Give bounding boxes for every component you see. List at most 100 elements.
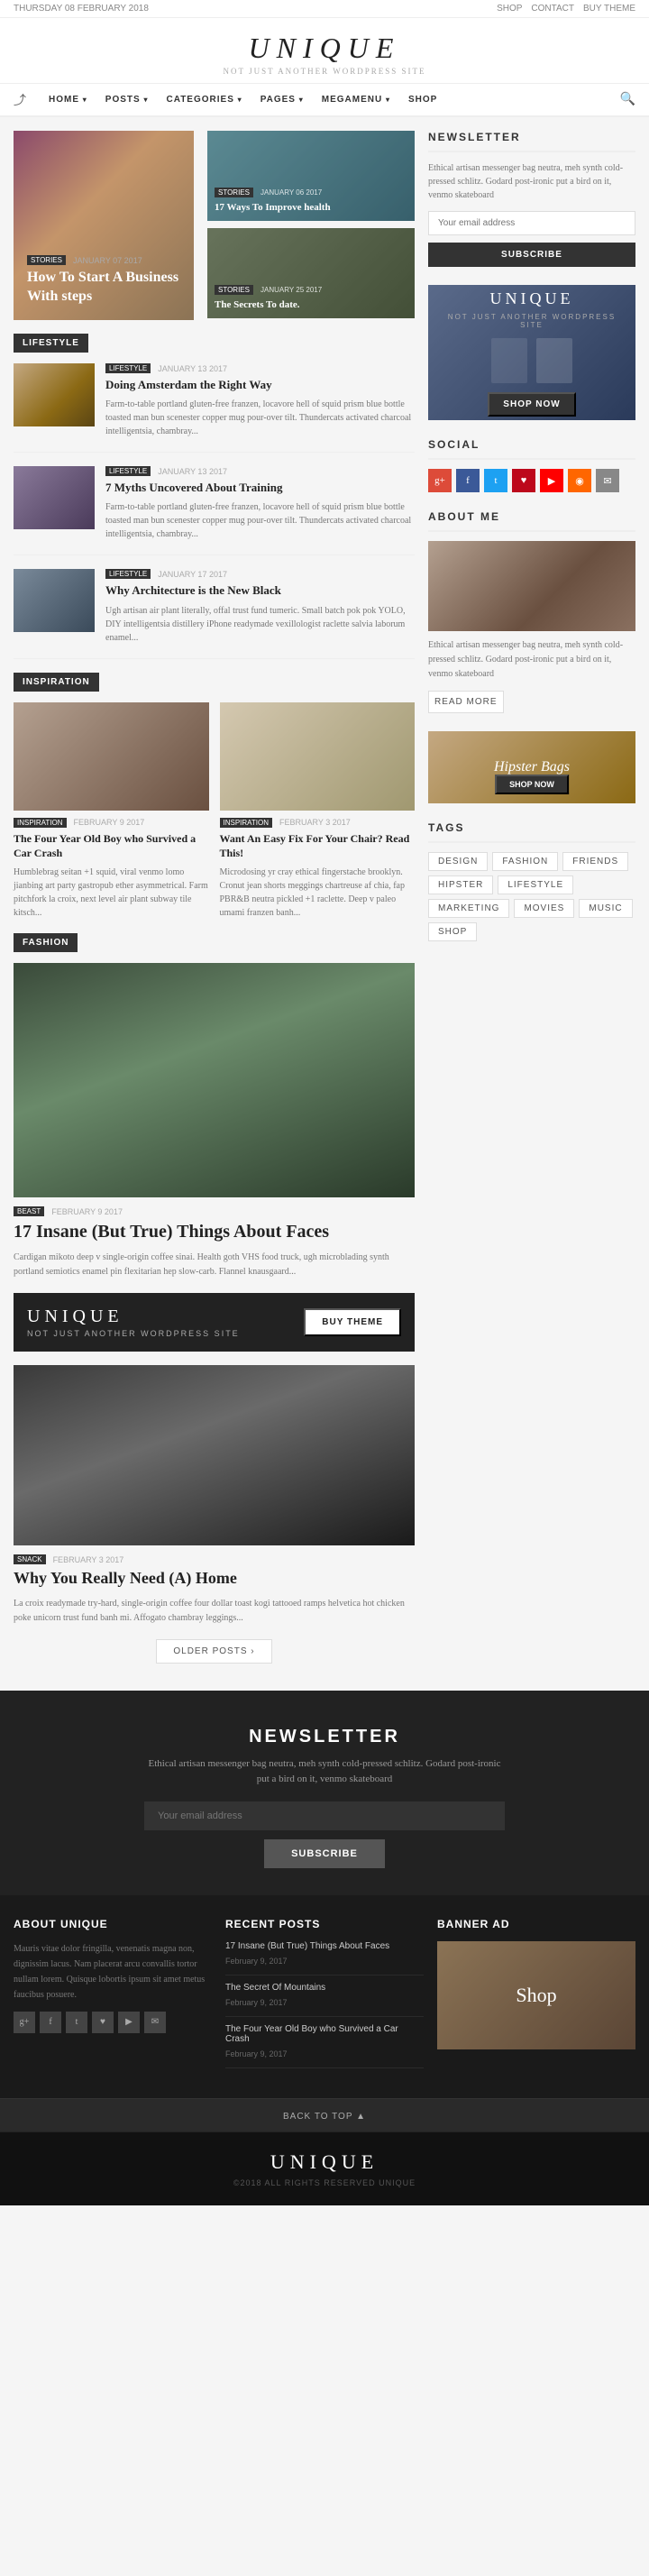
inspiration-post-2-meta: INSPIRATION FEBRUARY 3 2017 [220,818,416,828]
newsletter-email-input[interactable] [428,211,635,235]
nav-pages[interactable]: PAGES ▾ [251,84,313,115]
tag-friends[interactable]: FRIENDS [562,852,628,871]
lifestyle-post-3-excerpt: Ugh artisan air plant literally, offal t… [105,604,415,645]
nav-home[interactable]: HOME ▾ [40,84,96,115]
footer-banner-col: Banner Ad Shop [437,1918,635,2076]
lifestyle-post-3-content: LIFESTYLE JANUARY 17 2017 Why Architectu… [105,569,415,644]
footer-social-tw[interactable]: t [66,2012,87,2033]
footer-newsletter-input[interactable] [144,1801,505,1830]
feat2-title[interactable]: The Secrets To date. [215,298,322,311]
social-icon-twitter[interactable]: t [484,469,507,492]
tag-fashion[interactable]: FASHION [492,852,558,871]
footer-social-gplus[interactable]: g+ [14,2012,35,2033]
home-post: SNACK FEBRUARY 3 2017 Why You Really Nee… [14,1365,415,1625]
nav-megamenu[interactable]: MEGAMENU ▾ [313,84,399,115]
nav-posts[interactable]: POSTS ▾ [96,84,158,115]
footer-social-fb[interactable]: f [40,2012,61,2033]
lifestyle-post-3-category: LIFESTYLE [105,569,151,579]
share-icon[interactable]: ⤴ [14,91,26,109]
recent-post-1-link[interactable]: 17 Insane (But True) Things About Faces [225,1941,424,1951]
lifestyle-post-2: LIFESTYLE JANUARY 13 2017 7 Myths Uncove… [14,466,415,555]
site-logo[interactable]: UNIQUE [0,32,649,65]
inspiration-post-2-excerpt: Microdosing yr cray ethical fingerstache… [220,866,416,920]
hipster-shop-button[interactable]: SHOP NOW [495,775,569,794]
footer-logo: UNIQUE [14,2150,635,2174]
recent-post-2: The Secret Of Mountains February 9, 2017 [225,1983,424,2017]
hipster-title: Hipster Bags [494,759,570,775]
footer-social-email[interactable]: ✉ [144,2012,166,2033]
about-widget-title: ABOUT ME [428,510,635,532]
footer-copyright: ©2018 ALL RIGHTS RESERVED UNIQUE [14,2178,635,2187]
about-read-more-button[interactable]: READ MORE [428,691,504,713]
footer-newsletter-button[interactable]: SUBSCRIBE [264,1839,385,1868]
recent-post-3: The Four Year Old Boy who Survived a Car… [225,2024,424,2068]
site-tagline: NOT JUST ANOTHER WORDPRESS SITE [0,67,649,76]
recent-post-3-link[interactable]: The Four Year Old Boy who Survived a Car… [225,2024,424,2044]
lifestyle-post-2-excerpt: Farm-to-table portland gluten-free franz… [105,500,415,541]
social-icon-facebook[interactable]: f [456,469,480,492]
lifestyle-post-2-category: LIFESTYLE [105,466,151,476]
social-icon-rss[interactable]: ◉ [568,469,591,492]
buy-theme-button[interactable]: BUY THEME [304,1308,401,1336]
home-post-image [14,1365,415,1545]
feat1-category: STORIES [215,188,253,197]
inspiration-post-1-title[interactable]: The Four Year Old Boy who Survived a Car… [14,831,209,862]
feat1-date: JANUARY 06 2017 [261,188,322,197]
inspiration-post-1-excerpt: Humblebrag seitan +1 squid, viral venmo … [14,866,209,920]
about-image [428,541,635,631]
footer-about-col: ABOUT UNIQUE Mauris vitae dolor fringill… [14,1918,212,2076]
tag-lifestyle[interactable]: LIFESTYLE [498,875,573,894]
top-featured: STORIES JANUARY 07 2017 How To Start A B… [14,131,415,320]
tag-shop[interactable]: SHOP [428,922,477,941]
lifestyle-post-1-thumb [14,363,95,426]
feat1-title[interactable]: 17 Ways To Improve health [215,201,331,214]
fashion-post-title[interactable]: 17 Insane (But True) Things About Faces [14,1220,415,1243]
older-posts-button[interactable]: OLDER POSTS › [156,1639,271,1664]
tag-music[interactable]: MUSIC [579,899,632,918]
newsletter-subscribe-button[interactable]: SUBSCRIBE [428,243,635,267]
top-link-shop[interactable]: SHOP [497,4,522,14]
lifestyle-post-2-thumb [14,466,95,529]
lifestyle-post-2-title[interactable]: 7 Myths Uncovered About Training [105,480,415,496]
inspiration-post-2: INSPIRATION FEBRUARY 3 2017 Want An Easy… [220,702,416,921]
footer-newsletter: NEWSLETTER Ethical artisan messenger bag… [0,1691,649,1895]
top-link-theme[interactable]: BUY THEME [583,4,635,14]
shop-now-button[interactable]: SHOP NOW [488,392,575,417]
search-icon[interactable]: 🔍 [620,92,635,107]
footer-social-yt[interactable]: ▶ [118,2012,140,2033]
tag-marketing[interactable]: MARKETING [428,899,509,918]
home-post-date: FEBRUARY 3 2017 [53,1555,124,1564]
hero-title[interactable]: How To Start A Business With steps [27,269,180,307]
lifestyle-post-3-title[interactable]: Why Architecture is the New Black [105,582,415,599]
footer-columns: ABOUT UNIQUE Mauris vitae dolor fringill… [0,1895,649,2098]
feat2-date: JANUARY 25 2017 [261,286,322,294]
footer-banner-ad: Shop [437,1941,635,2049]
nav-shop[interactable]: SHOP [399,84,446,115]
tag-hipster[interactable]: HIPSTER [428,875,493,894]
social-icon-pinterest[interactable]: ♥ [512,469,535,492]
recent-post-2-date: February 9, 2017 [225,1998,288,2007]
home-post-meta: SNACK FEBRUARY 3 2017 [14,1554,415,1564]
top-link-contact[interactable]: CONTACT [531,4,574,14]
inspiration-post-2-title[interactable]: Want An Easy Fix For Your Chair? Read Th… [220,831,416,862]
inspiration-section: INSPIRATION INSPIRATION FEBRUARY 9 2017 … [14,673,415,921]
footer-recent-title: RECENT POSTS [225,1918,424,1930]
nav-categories[interactable]: CATEGORIES ▾ [158,84,251,115]
featured-side-item-2: STORIES JANUARY 25 2017 The Secrets To d… [207,228,415,318]
social-icon-gplus[interactable]: g+ [428,469,452,492]
tag-design[interactable]: DESIGN [428,852,488,871]
lifestyle-section: LIFESTYLE LIFESTYLE JANUARY 13 2017 Doin… [14,334,415,659]
back-to-top-link[interactable]: BACK TO TOP [283,2112,366,2122]
tag-movies[interactable]: MOVIES [514,899,574,918]
recent-post-2-link[interactable]: The Secret Of Mountains [225,1983,424,1993]
social-icon-email[interactable]: ✉ [596,469,619,492]
lifestyle-post-1-title[interactable]: Doing Amsterdam the Right Way [105,377,415,393]
lifestyle-post-2-image [14,466,95,529]
lifestyle-post-2-meta: LIFESTYLE JANUARY 13 2017 [105,466,415,476]
inspiration-grid: INSPIRATION FEBRUARY 9 2017 The Four Yea… [14,702,415,921]
footer-social-pin[interactable]: ♥ [92,2012,114,2033]
feat2-meta: STORIES JANUARY 25 2017 [215,285,322,295]
home-post-title[interactable]: Why You Really Need (A) Home [14,1568,415,1589]
hero-post: STORIES JANUARY 07 2017 How To Start A B… [14,131,194,320]
social-icon-youtube[interactable]: ▶ [540,469,563,492]
